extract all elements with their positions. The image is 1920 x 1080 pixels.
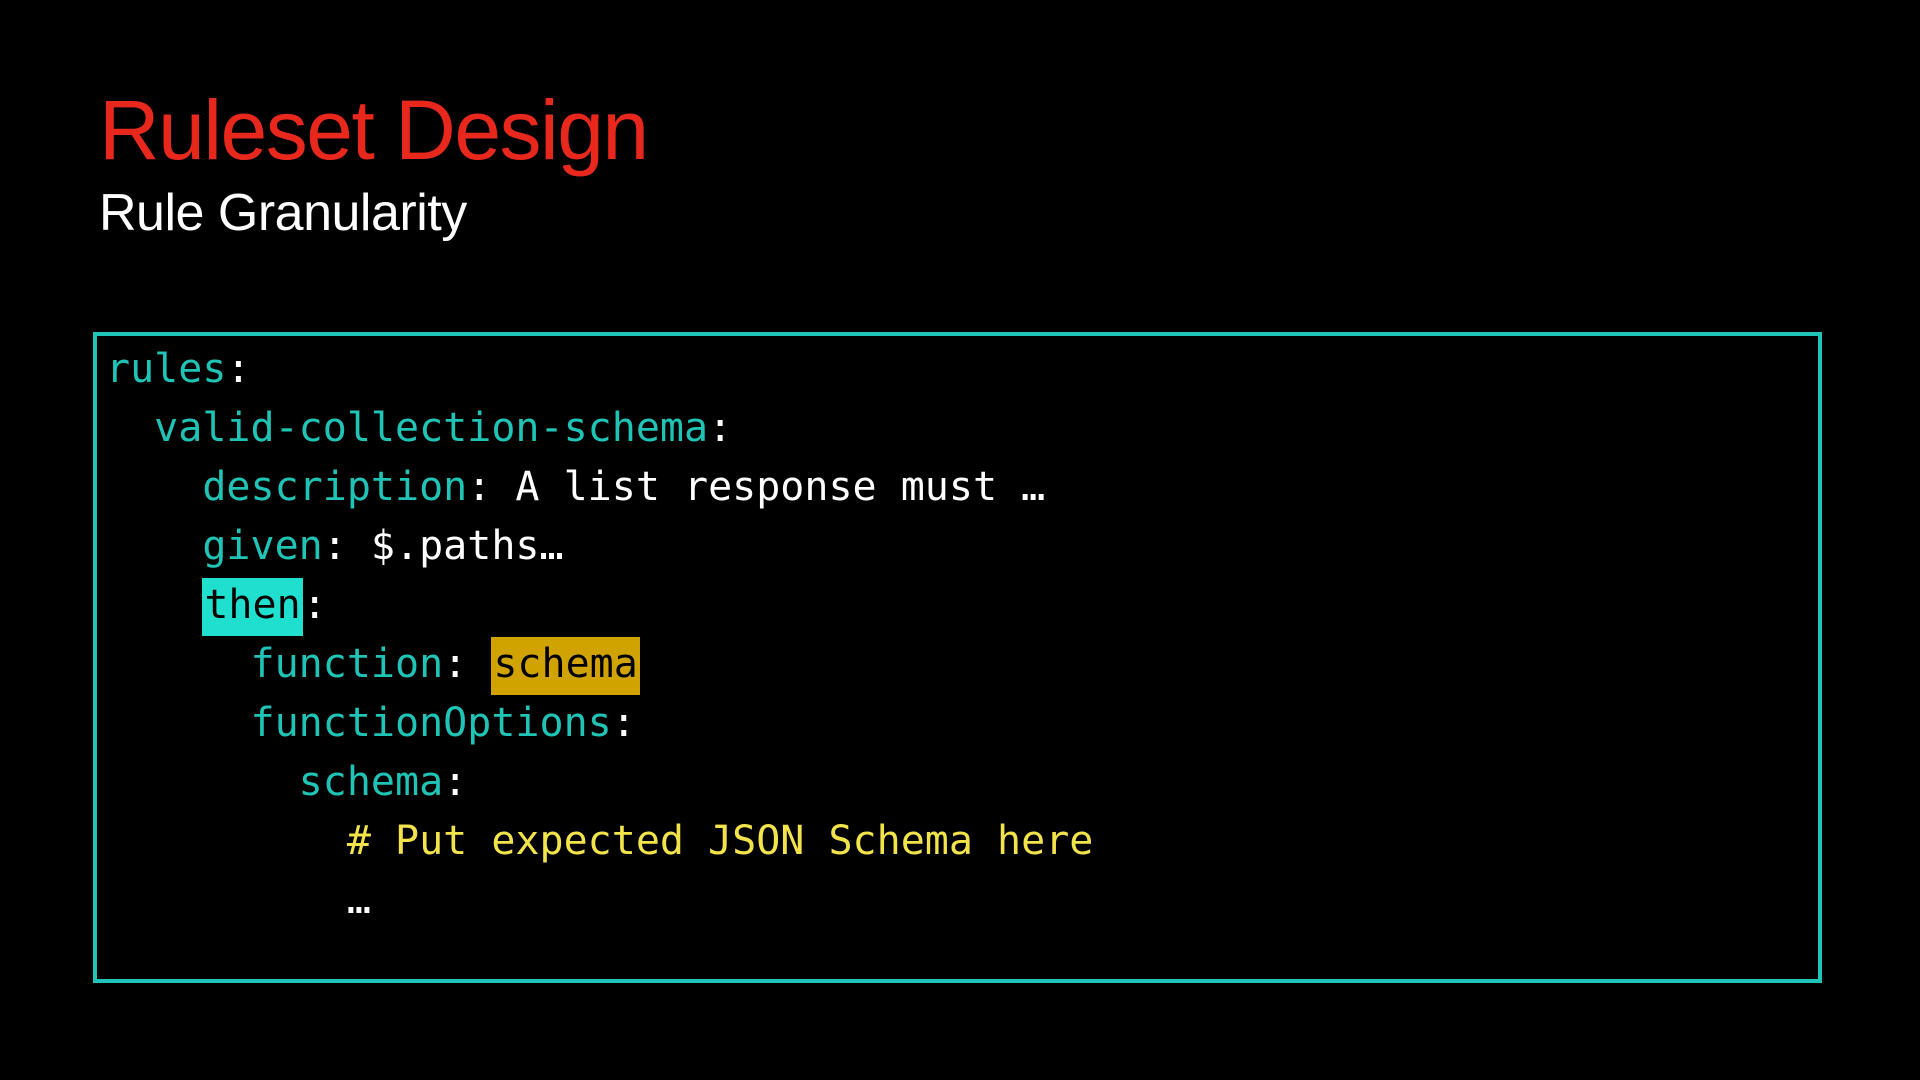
code-key: functionOptions bbox=[250, 700, 612, 746]
highlighted-then-key: then bbox=[202, 578, 303, 636]
code-ellipsis: … bbox=[346, 877, 371, 923]
code-key: function bbox=[250, 641, 444, 687]
code-line-description: description: A list response must … bbox=[202, 464, 1046, 510]
code-line-comment: # Put expected JSON Schema here bbox=[106, 812, 1094, 871]
code-line-function: function: schema bbox=[106, 635, 1093, 695]
code-key: rules bbox=[106, 346, 227, 392]
code-key: given bbox=[202, 523, 323, 569]
code-line-rule-name: valid-collection-schema: bbox=[154, 405, 733, 451]
slide-subtitle: Rule Granularity bbox=[99, 184, 467, 242]
code-line-given: given: $.paths… bbox=[202, 523, 564, 569]
code-line-function-options: functionOptions: bbox=[250, 700, 636, 746]
code-line-ellipsis: … bbox=[106, 871, 1093, 930]
code-comment: # Put expected JSON Schema here bbox=[346, 818, 1094, 864]
code-value: A list response must … bbox=[515, 464, 1046, 510]
slide: Ruleset Design Rule Granularity rules: v… bbox=[0, 0, 1920, 1080]
code-value: $.paths… bbox=[370, 523, 564, 569]
code-key: description bbox=[202, 464, 468, 510]
highlighted-schema-value: schema bbox=[491, 637, 640, 695]
slide-title: Ruleset Design bbox=[99, 83, 649, 177]
code-key: schema bbox=[298, 759, 444, 805]
code-line-then: then: bbox=[106, 576, 1093, 636]
code-line-schema: schema: bbox=[298, 759, 468, 805]
code-line-rules: rules: bbox=[106, 346, 251, 392]
code-key: valid-collection-schema bbox=[154, 405, 709, 451]
code-block: rules: valid-collection-schema: descript… bbox=[93, 332, 1822, 983]
code-content: rules: valid-collection-schema: descript… bbox=[106, 340, 1093, 930]
